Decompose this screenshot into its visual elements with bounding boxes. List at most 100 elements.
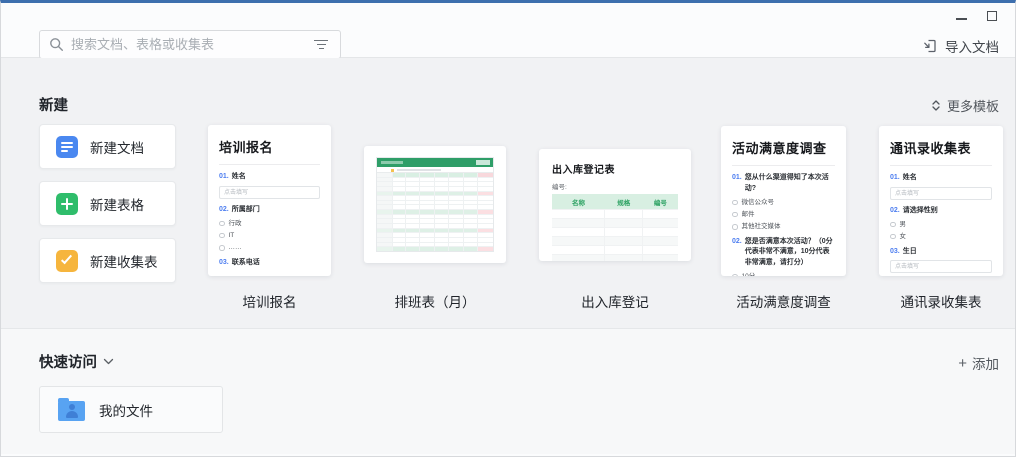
sheet-cell [478,192,493,196]
sheet-cell [420,173,435,177]
sheet-cell [377,229,393,233]
table-preview: 出入库登记表 编号: 名称 规格 编号 [539,149,691,261]
preview-field: 02.请选择性别男女 [890,206,992,241]
preview-question-number: 03. [890,247,900,258]
minimize-button[interactable] [956,18,967,20]
sheet-cell [406,196,421,200]
more-templates-button[interactable]: 更多模板 [930,96,999,115]
sheet-cell [435,187,450,191]
preview-question-label: 姓名 [903,173,917,184]
sheet-cell [464,201,479,205]
sheet-cell [478,243,493,247]
template-label-inventory-log[interactable]: 出入库登记 [539,294,691,312]
sheet-cell [420,187,435,191]
sheet-cell [435,233,450,237]
sheet-cell [478,219,493,223]
sheet-cell [435,196,450,200]
sheet-cell [464,178,479,182]
sheet-cell [420,233,435,237]
template-label-monthly-schedule[interactable]: 排班表（月） [364,294,506,312]
sheet-cell [393,219,406,223]
sheet-cell [377,219,393,223]
preview-radio-option: 女 [890,233,992,241]
sheet-cell [478,233,493,237]
template-card-satisfaction-survey[interactable]: 活动满意度调查 01.您从什么渠道得知了本次活动?微信公众号邮件其他社交媒体02… [721,126,846,276]
sheet-cell [393,233,406,237]
sheet-cell [393,243,406,247]
preview-question-label: 您是否满意本次活动？（0分代表非常不满意，10分代表非常满意，请打分） [745,237,835,269]
sheet-cell [464,233,479,237]
add-button[interactable]: + 添加 [958,353,999,373]
template-card-inventory-log[interactable]: 出入库登记表 编号: 名称 规格 编号 [539,149,691,261]
sheet-cell [420,201,435,205]
sheet-cell [420,196,435,200]
preview-field: 03.生日点击填写 [890,247,992,274]
sheet-cell [406,182,421,186]
sheet-cell [449,201,464,205]
sheet-cell [406,201,421,205]
new-sheet-button[interactable]: 新建表格 [39,181,176,226]
sheet-row [377,247,493,251]
window-controls [956,11,997,21]
import-document-button[interactable]: 导入文档 [922,36,999,56]
sheet-cell [393,187,406,191]
maximize-button[interactable] [987,11,997,21]
preview-question-number: 01. [732,173,742,194]
sheet-cell [449,182,464,186]
filter-icon[interactable] [311,37,331,53]
radio-option-label: 邮件 [742,211,755,219]
sheet-cell [478,178,493,182]
sheet-cell [449,173,464,177]
radio-circle-icon [890,234,896,240]
sheet-cell [464,219,479,223]
search-box[interactable] [39,30,341,59]
new-sheet-icon [56,193,78,215]
sheet-cell [478,224,493,228]
sheet-cell [435,219,450,223]
new-sheet-label: 新建表格 [90,194,144,214]
sheet-cell [435,243,450,247]
template-card-contacts-collect[interactable]: 通讯录收集表 01.姓名点击填写 02.请选择性别男女 03.生日点击填写 [879,126,1003,276]
preview-title: 通讯录收集表 [890,138,992,157]
template-card-monthly-schedule[interactable] [364,146,506,263]
new-collect-form-button[interactable]: 新建收集表 [39,238,176,283]
sheet-grid [377,173,493,251]
search-input[interactable] [71,37,304,52]
chevron-down-icon [103,358,114,366]
preview-field: 01.姓名点击填写 [890,173,992,200]
radio-option-label: 行政 [229,220,242,228]
sheet-cell [449,196,464,200]
sheet-preview [364,146,506,263]
sheet-cell [449,233,464,237]
preview-question-number: 01. [890,173,900,184]
sheet-cell [464,205,479,209]
template-label-training-signup[interactable]: 培训报名 [208,294,331,312]
new-section-title: 新建 [39,94,68,115]
sheet-cell [464,210,479,214]
template-label-satisfaction-survey[interactable]: 活动满意度调查 [701,294,866,312]
preview-question-label: 您从什么渠道得知了本次活动? [745,173,835,194]
sheet-cell [449,205,464,209]
my-files-item[interactable]: 我的文件 [39,386,223,433]
preview-table-empty-row [552,254,678,261]
sheet-cell [435,210,450,214]
new-document-button[interactable]: 新建文档 [39,124,176,169]
sheet-cell [435,173,450,177]
template-card-training-signup[interactable]: 培训报名 01.姓名点击填写02.所属部门行政IT……03.联系电话 [208,125,331,276]
sheet-cell [449,238,464,242]
preview-question-label: 联系电话 [232,258,260,269]
preview-title: 培训报名 [219,137,320,156]
sheet-cell [420,210,435,214]
template-label-contacts-collect[interactable]: 通讯录收集表 [869,294,1013,312]
expand-updown-icon [930,99,942,112]
sheet-cell [406,229,421,233]
sheet-cell [393,238,406,242]
sheet-cell [435,201,450,205]
quick-access-toggle[interactable]: 快速访问 [39,351,114,372]
sheet-cell [478,201,493,205]
sheet-cell [377,215,393,219]
sheet-cell [420,243,435,247]
import-document-label: 导入文档 [945,36,999,56]
radio-option-label: IT [229,232,235,240]
sheet-cell [420,205,435,209]
